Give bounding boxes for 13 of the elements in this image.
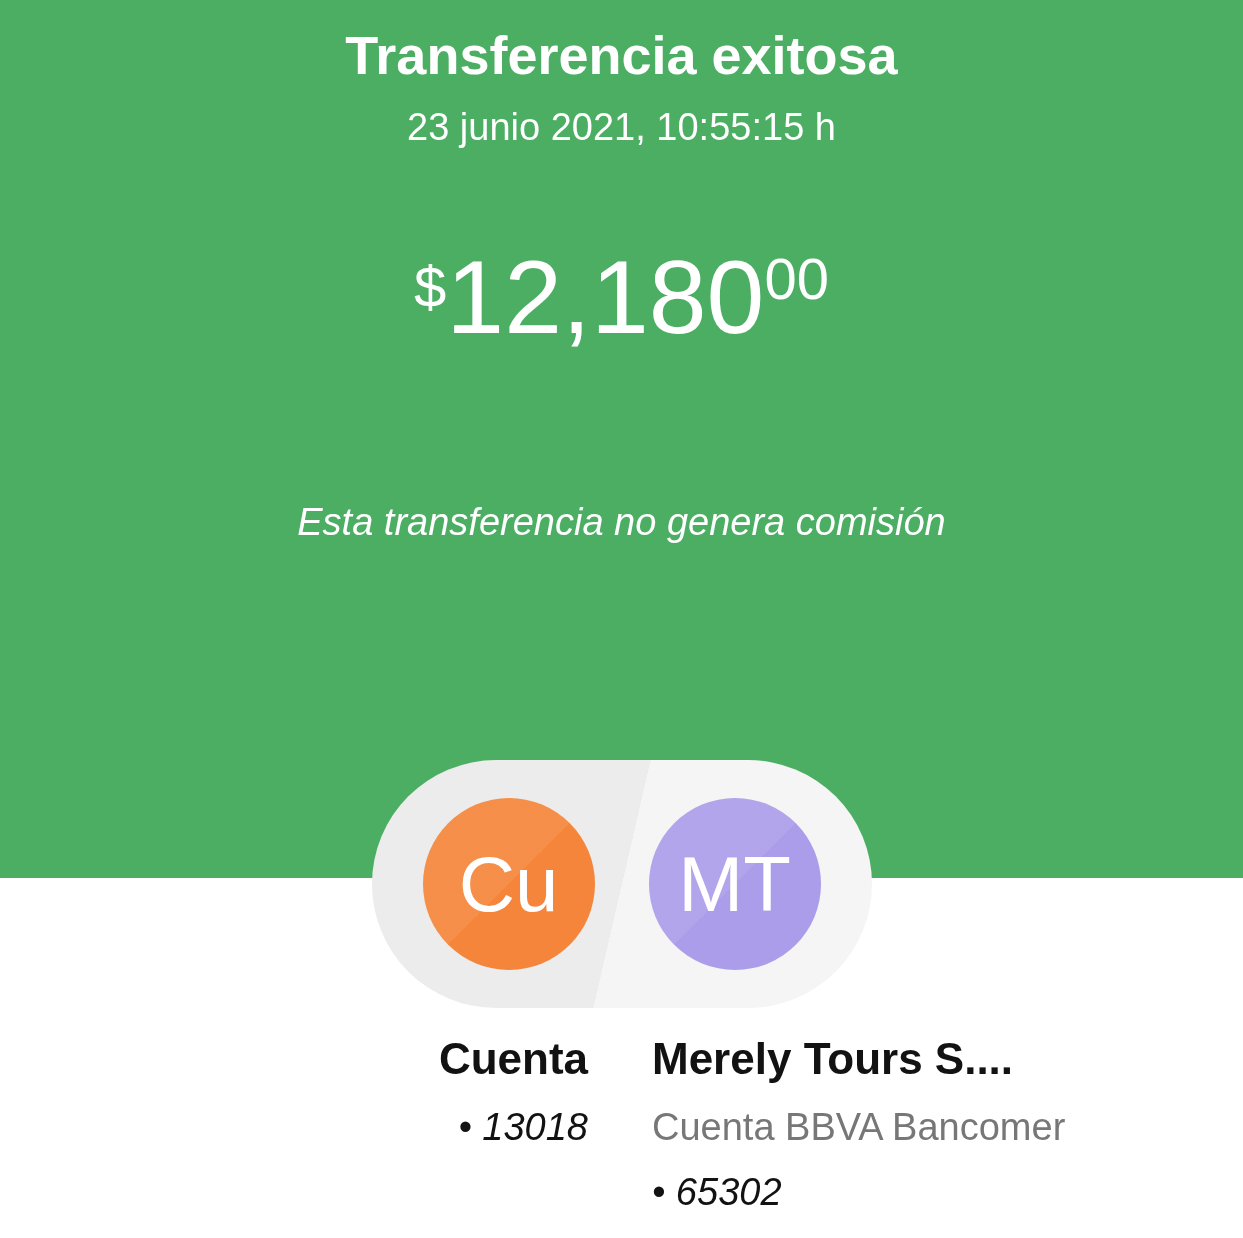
party-name: Merely Tours S.... (652, 1034, 1015, 1084)
bank-name: Cuenta BBVA Bancomer (652, 1106, 1067, 1149)
account-number: • 13018 (458, 1106, 588, 1149)
amount-cents: 00 (764, 245, 829, 312)
initials-avatar: MT (648, 798, 821, 970)
initials-avatar: Cu (422, 798, 595, 970)
account-number: • 65302 (652, 1171, 783, 1214)
amount-value: 12,180 (446, 245, 765, 349)
commission-note: Esta transferencia no genera comisión (297, 501, 946, 544)
party-name: Cuenta (438, 1034, 588, 1084)
currency-symbol: $ (414, 253, 447, 320)
page-title: Transferencia exitosa (345, 24, 898, 86)
transfer-date: 23 junio 2021, 10:55:15 h (407, 106, 836, 149)
